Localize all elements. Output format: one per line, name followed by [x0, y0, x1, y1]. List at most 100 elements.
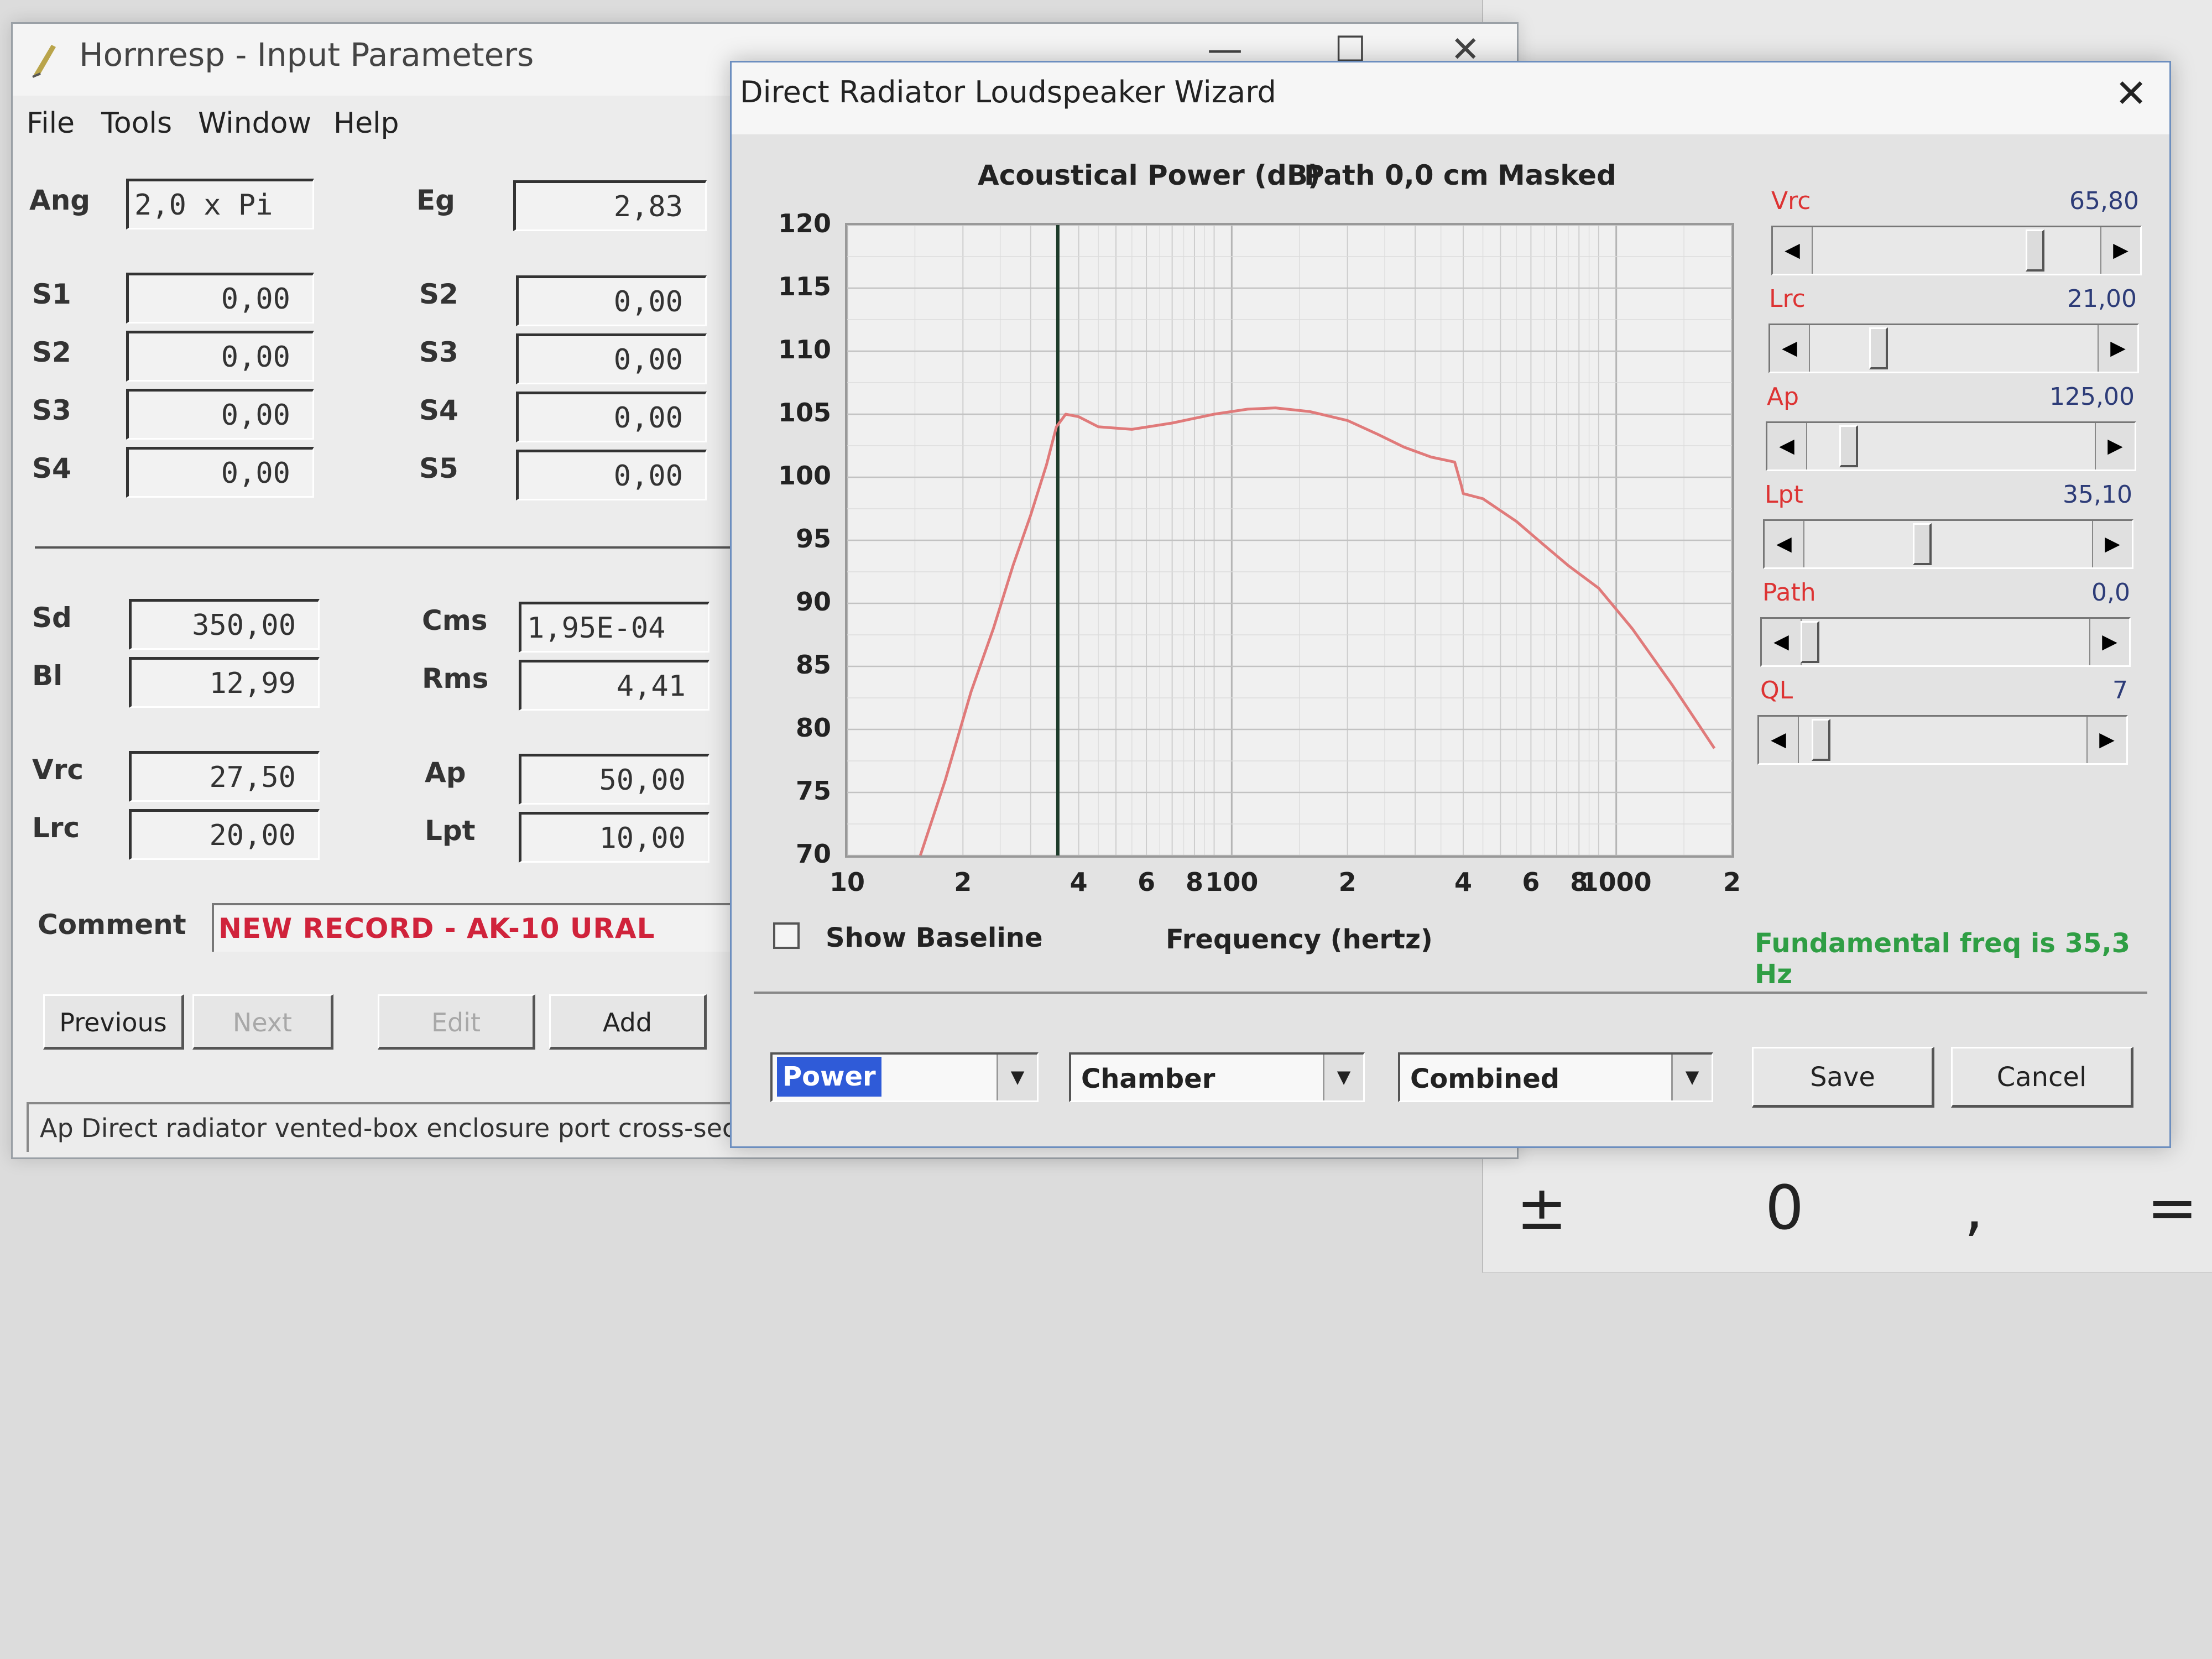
fundamental-frequency-text: Fundamental freq is 35,3 Hz: [1755, 928, 2131, 990]
menu-help[interactable]: Help: [333, 107, 399, 140]
param-field-eg[interactable]: 2,83: [513, 180, 707, 231]
slider-lpt[interactable]: ◀ ▶: [1763, 519, 2133, 569]
param-label-rms: Rms: [422, 662, 489, 695]
slider-right-arrow-icon[interactable]: ▶: [2100, 227, 2140, 274]
slider-right-arrow-icon[interactable]: ▶: [2086, 717, 2126, 763]
slider-value-path: 0,0: [2091, 578, 2130, 607]
param-label-lrc: Lrc: [32, 812, 80, 844]
response-plot[interactable]: [845, 223, 1734, 858]
param-label-vrc: Vrc: [32, 754, 84, 786]
y-tick-label: 100: [778, 461, 831, 491]
enclosure-type-value: Chamber: [1081, 1063, 1215, 1094]
param-field-sd[interactable]: 350,00: [129, 599, 320, 650]
param-field-lpt[interactable]: 10,00: [519, 812, 709, 863]
param-label-bl: Bl: [32, 660, 63, 692]
x-tick-label: 2: [954, 867, 972, 897]
next-button[interactable]: Next: [192, 994, 333, 1050]
param-field-lrc[interactable]: 20,00: [129, 809, 320, 860]
slider-right-arrow-icon[interactable]: ▶: [2098, 325, 2137, 372]
y-tick-label: 120: [778, 208, 831, 238]
param-field-s1[interactable]: 0,00: [126, 273, 314, 324]
slider-left-arrow-icon[interactable]: ◀: [1767, 423, 1807, 469]
menu-tools[interactable]: Tools: [101, 107, 172, 140]
slider-thumb[interactable]: [1839, 425, 1858, 467]
param-field-s4-right[interactable]: 0,00: [516, 392, 707, 442]
wizard-title-bar: Direct Radiator Loudspeaker Wizard ✕: [732, 62, 2169, 134]
save-button[interactable]: Save: [1752, 1047, 1934, 1108]
x-tick-label: 100: [1205, 867, 1259, 897]
slider-right-arrow-icon[interactable]: ▶: [2095, 423, 2135, 469]
slider-right-arrow-icon[interactable]: ▶: [2092, 521, 2132, 567]
show-baseline-checkbox[interactable]: [773, 922, 800, 949]
x-axis-label: Frequency (hertz): [1166, 924, 1433, 955]
y-tick-label: 115: [778, 272, 831, 301]
slider-left-arrow-icon[interactable]: ◀: [1770, 325, 1810, 372]
slider-left-arrow-icon[interactable]: ◀: [1765, 521, 1804, 567]
slider-thumb[interactable]: [1913, 523, 1932, 565]
slider-ap[interactable]: ◀ ▶: [1766, 421, 2136, 471]
param-field-cms[interactable]: 1,95E-04: [519, 602, 709, 653]
response-plot-svg: [846, 224, 1733, 857]
menu-file[interactable]: File: [27, 107, 75, 140]
param-field-s5[interactable]: 0,00: [516, 450, 707, 500]
wizard-close-button[interactable]: ✕: [2115, 71, 2147, 116]
param-label-s3-right: S3: [419, 336, 458, 368]
x-tick-label: 2: [1723, 867, 1741, 897]
cancel-button[interactable]: Cancel: [1951, 1047, 2133, 1108]
slider-thumb[interactable]: [1811, 719, 1830, 761]
x-tick-label: 4: [1454, 867, 1472, 897]
slider-ql[interactable]: ◀ ▶: [1757, 715, 2128, 765]
chevron-down-icon[interactable]: ▼: [997, 1055, 1037, 1100]
param-field-s3-right[interactable]: 0,00: [516, 333, 707, 384]
section-divider: [35, 546, 754, 549]
comment-field[interactable]: NEW RECORD - AK-10 URAL: [212, 903, 765, 952]
slider-thumb[interactable]: [2025, 229, 2044, 272]
enclosure-type-combo[interactable]: Chamber ▼: [1069, 1052, 1365, 1102]
slider-path[interactable]: ◀ ▶: [1760, 617, 2131, 667]
y-tick-label: 75: [795, 776, 831, 806]
plot-quantity-combo[interactable]: Power ▼: [770, 1052, 1039, 1102]
param-field-s3[interactable]: 0,00: [126, 389, 314, 440]
slider-lrc[interactable]: ◀ ▶: [1768, 324, 2139, 373]
slider-thumb[interactable]: [1801, 621, 1819, 663]
slider-label-path: Path: [1762, 578, 1816, 607]
slider-thumb[interactable]: [1869, 327, 1888, 369]
param-label-s4: S4: [32, 452, 71, 484]
slider-left-arrow-icon[interactable]: ◀: [1773, 227, 1813, 274]
status-bar: Ap Direct radiator vented-box enclosure …: [27, 1102, 801, 1152]
window-title: Hornresp - Input Parameters: [79, 36, 534, 74]
x-tick-label: 6: [1138, 867, 1156, 897]
param-field-ap[interactable]: 50,00: [519, 754, 709, 805]
param-field-vrc[interactable]: 27,50: [129, 751, 320, 802]
previous-button[interactable]: Previous: [43, 994, 184, 1050]
equals-key[interactable]: =: [2147, 1172, 2198, 1243]
slider-value-lpt: 35,10: [2063, 481, 2132, 509]
y-tick-label: 80: [795, 713, 831, 743]
x-tick-label: 2: [1338, 867, 1357, 897]
zero-key[interactable]: 0: [1765, 1172, 1804, 1243]
menu-window[interactable]: Window: [198, 107, 311, 140]
chevron-down-icon[interactable]: ▼: [1671, 1055, 1712, 1100]
param-label-s1: S1: [32, 278, 71, 310]
param-label-s4-right: S4: [419, 394, 458, 426]
response-mode-combo[interactable]: Combined ▼: [1398, 1052, 1713, 1102]
edit-button[interactable]: Edit: [378, 994, 535, 1050]
show-baseline-label: Show Baseline: [826, 922, 1043, 953]
slider-left-arrow-icon[interactable]: ◀: [1762, 619, 1802, 665]
param-field-s2-right[interactable]: 0,00: [516, 275, 707, 326]
param-field-s2[interactable]: 0,00: [126, 331, 314, 382]
decimal-key[interactable]: ,: [1964, 1172, 1984, 1243]
plot-quantity-value: Power: [777, 1057, 881, 1097]
param-label-eg: Eg: [416, 184, 455, 216]
param-field-ang[interactable]: 2,0 x Pi: [126, 179, 314, 229]
param-field-rms[interactable]: 4,41: [519, 660, 709, 711]
param-label-s3: S3: [32, 394, 71, 426]
plus-minus-key[interactable]: ±: [1516, 1172, 1567, 1243]
add-button[interactable]: Add: [549, 994, 707, 1050]
chevron-down-icon[interactable]: ▼: [1323, 1055, 1363, 1100]
slider-right-arrow-icon[interactable]: ▶: [2089, 619, 2129, 665]
slider-vrc[interactable]: ◀ ▶: [1771, 226, 2142, 275]
param-field-s4[interactable]: 0,00: [126, 447, 314, 498]
slider-left-arrow-icon[interactable]: ◀: [1759, 717, 1799, 763]
param-field-bl[interactable]: 12,99: [129, 657, 320, 708]
